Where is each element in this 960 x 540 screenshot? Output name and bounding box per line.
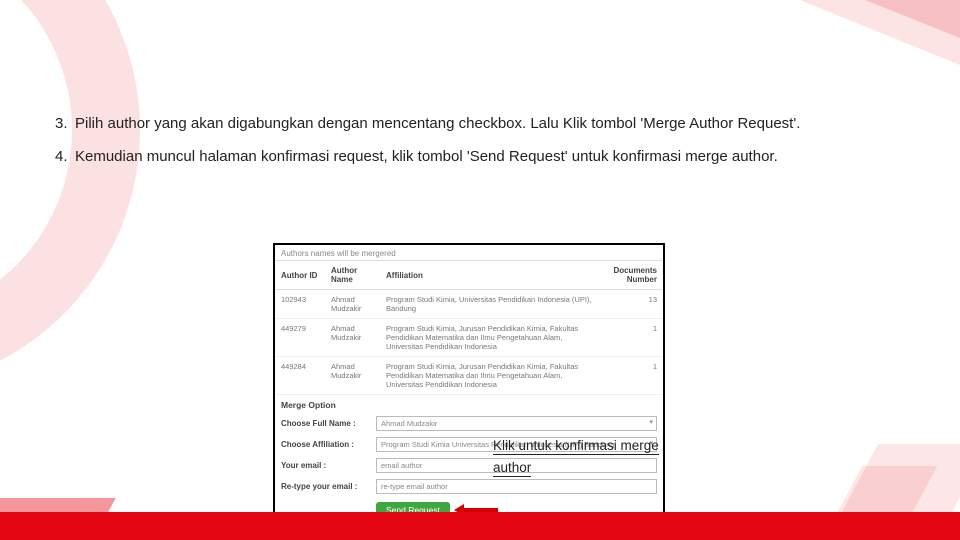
instruction-text: Pilih author yang akan digabungkan denga… xyxy=(75,110,910,139)
th-author-name: Author Name xyxy=(325,261,380,290)
cell-id: 449279 xyxy=(275,319,325,357)
cell-doc: 1 xyxy=(607,319,663,357)
fullname-label: Choose Full Name : xyxy=(281,419,376,428)
email-label: Your email : xyxy=(281,461,376,470)
instruction-3: 3. Pilih author yang akan digabungkan de… xyxy=(55,110,910,139)
th-documents: Documents Number xyxy=(607,261,663,290)
cell-doc: 1 xyxy=(607,357,663,395)
footer-bar xyxy=(0,512,960,540)
cell-aff: Program Studi Kimia, Universitas Pendidi… xyxy=(380,290,607,319)
panel-caption: Authors names will be mergered xyxy=(275,245,663,261)
instruction-4: 4. Kemudian muncul halaman konfirmasi re… xyxy=(55,143,910,172)
reemail-input[interactable]: re-type email author xyxy=(376,479,657,494)
fullname-row: Choose Full Name : Ahmad Mudzakir xyxy=(275,413,663,434)
callout-line1: Klik untuk konfirmasi merge xyxy=(493,438,659,455)
decor-top-left-ring xyxy=(0,0,140,390)
table-row: 102943 Ahmad Mudzakir Program Studi Kimi… xyxy=(275,290,663,319)
table-row: 449284 Ahmad Mudzakir Program Studi Kimi… xyxy=(275,357,663,395)
instruction-text: Kemudian muncul halaman konfirmasi reque… xyxy=(75,143,910,172)
decor-bottom-left xyxy=(0,498,116,512)
decor-top-right-tri-2 xyxy=(865,0,960,38)
th-author-id: Author ID xyxy=(275,261,325,290)
cell-aff: Program Studi Kimia, Jurusan Pendidikan … xyxy=(380,319,607,357)
instruction-number: 3. xyxy=(55,110,75,139)
merge-option-heading: Merge Option xyxy=(275,395,663,413)
instruction-number: 4. xyxy=(55,143,75,172)
cell-name: Ahmad Mudzakir xyxy=(325,290,380,319)
authors-table: Author ID Author Name Affiliation Docume… xyxy=(275,261,663,395)
instruction-list: 3. Pilih author yang akan digabungkan de… xyxy=(55,110,910,175)
callout-line2: author xyxy=(493,460,531,477)
cell-id: 449284 xyxy=(275,357,325,395)
callout-text: Klik untuk konfirmasi merge author xyxy=(493,435,659,480)
th-affiliation: Affiliation xyxy=(380,261,607,290)
screenshot-panel: Authors names will be mergered Author ID… xyxy=(273,243,665,525)
cell-id: 102943 xyxy=(275,290,325,319)
reemail-label: Re-type your email : xyxy=(281,482,376,491)
cell-aff: Program Studi Kimia, Jurusan Pendidikan … xyxy=(380,357,607,395)
cell-doc: 13 xyxy=(607,290,663,319)
cell-name: Ahmad Mudzakir xyxy=(325,319,380,357)
cell-name: Ahmad Mudzakir xyxy=(325,357,380,395)
table-row: 449279 Ahmad Mudzakir Program Studi Kimi… xyxy=(275,319,663,357)
fullname-select[interactable]: Ahmad Mudzakir xyxy=(376,416,657,431)
affiliation-label: Choose Affiliation : xyxy=(281,440,376,449)
